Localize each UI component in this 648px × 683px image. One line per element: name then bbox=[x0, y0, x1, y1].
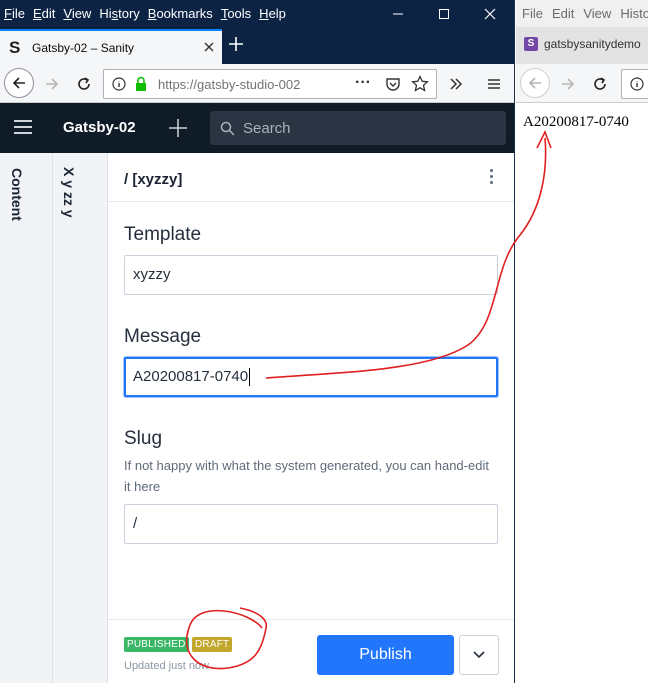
search-input[interactable]: Search bbox=[210, 111, 506, 145]
overflow-chevron-button[interactable] bbox=[444, 72, 468, 96]
tab-title: Gatsby-02 – Sanity bbox=[32, 40, 135, 55]
menu-view[interactable]: View bbox=[63, 6, 91, 21]
preview-tab-title: gatsbysanitydemo bbox=[544, 37, 641, 51]
app-menu-button[interactable] bbox=[482, 72, 506, 96]
preview-menu-bar: File Edit View Histo bbox=[516, 0, 648, 27]
plus-icon bbox=[229, 37, 243, 51]
menu-bookmarks[interactable]: Bookmarks bbox=[148, 6, 213, 21]
preview-menu-view[interactable]: View bbox=[583, 6, 611, 21]
browser-window-studio: File Edit View History Bookmarks Tools H… bbox=[0, 0, 515, 683]
sanity-favicon: S bbox=[9, 37, 21, 57]
document-editor-pane: / [xyzzy] Template xyzzy Message A202008… bbox=[108, 153, 514, 683]
preview-tab-strip: S gatsbysanitydemo bbox=[516, 27, 648, 64]
search-placeholder: Search bbox=[243, 120, 291, 137]
preview-forward-button[interactable] bbox=[556, 72, 580, 96]
preview-menu-edit[interactable]: Edit bbox=[552, 6, 574, 21]
menu-history[interactable]: History bbox=[99, 6, 139, 21]
search-icon bbox=[220, 121, 235, 136]
template-value: xyzzy bbox=[133, 266, 171, 283]
reload-button[interactable] bbox=[72, 72, 96, 96]
forward-arrow-icon bbox=[46, 78, 59, 90]
message-label: Message bbox=[124, 326, 202, 347]
url-bar[interactable]: https://gatsby-studio-002 ··· bbox=[103, 69, 437, 99]
project-name[interactable]: Gatsby-02 bbox=[63, 119, 136, 136]
tab-close-icon[interactable] bbox=[204, 39, 214, 57]
preview-menu-file[interactable]: File bbox=[522, 6, 543, 21]
published-badge: PUBLISHED bbox=[124, 637, 189, 652]
sanity-navbar: Gatsby-02 Search bbox=[0, 103, 514, 153]
pocket-icon[interactable] bbox=[385, 76, 401, 92]
preview-message-text: A20200817-0740 bbox=[523, 114, 629, 130]
back-button[interactable] bbox=[4, 68, 34, 98]
message-field[interactable]: A20200817-0740 bbox=[124, 357, 498, 397]
close-window-button[interactable] bbox=[467, 0, 513, 27]
more-actions-button[interactable] bbox=[459, 635, 499, 675]
editor-header: / [xyzzy] bbox=[108, 153, 514, 202]
editor-footer: PUBLISHED DRAFT Updated just now Publish bbox=[108, 619, 514, 683]
updated-status: Updated just now bbox=[124, 660, 209, 672]
template-field[interactable]: xyzzy bbox=[124, 255, 498, 295]
more-options-icon[interactable] bbox=[490, 169, 494, 187]
preview-url-bar[interactable] bbox=[621, 69, 648, 99]
text-caret bbox=[249, 368, 251, 387]
minimize-icon bbox=[393, 13, 403, 14]
info-icon[interactable] bbox=[630, 77, 644, 91]
info-icon[interactable] bbox=[112, 77, 126, 91]
reload-icon bbox=[594, 77, 606, 90]
forward-button[interactable] bbox=[40, 72, 64, 96]
message-value: A20200817-0740 bbox=[133, 368, 249, 385]
double-chevron-icon bbox=[450, 78, 463, 90]
bookmark-star-icon[interactable] bbox=[411, 75, 429, 93]
slug-description: If not happy with what the system genera… bbox=[124, 458, 489, 494]
slug-label: Slug bbox=[124, 428, 163, 449]
slug-value: / bbox=[133, 515, 138, 532]
pane-content-title: Content bbox=[9, 168, 25, 221]
draft-badge: DRAFT bbox=[192, 637, 233, 652]
lock-icon bbox=[136, 76, 146, 91]
create-new-document-button[interactable] bbox=[168, 113, 188, 145]
pane-list-title: X y zz y bbox=[61, 167, 77, 218]
slug-field[interactable]: / bbox=[124, 504, 498, 544]
hamburger-icon bbox=[488, 79, 500, 89]
minimize-button[interactable] bbox=[375, 0, 421, 27]
tab-strip: S Gatsby-02 – Sanity bbox=[0, 27, 514, 64]
back-arrow-icon bbox=[528, 77, 541, 89]
navigation-toolbar: https://gatsby-studio-002 ··· bbox=[0, 64, 514, 103]
gatsby-favicon: S bbox=[524, 37, 538, 51]
preview-back-button[interactable] bbox=[520, 68, 550, 98]
maximize-button[interactable] bbox=[421, 0, 467, 27]
pane-document-list-collapsed[interactable]: X y zz y bbox=[53, 153, 108, 683]
new-tab-button[interactable] bbox=[228, 34, 244, 56]
page-actions-icon[interactable]: ··· bbox=[355, 74, 371, 92]
url-text: https://gatsby-studio-002 bbox=[158, 77, 301, 92]
menu-tools[interactable]: Tools bbox=[221, 6, 251, 21]
maximize-icon bbox=[439, 8, 449, 19]
back-arrow-icon bbox=[12, 77, 25, 89]
pane-content-collapsed[interactable]: Content bbox=[0, 153, 53, 683]
close-icon bbox=[484, 8, 496, 19]
studio-menu-icon[interactable] bbox=[14, 120, 32, 134]
document-title: / [xyzzy] bbox=[124, 171, 183, 188]
chevron-down-icon bbox=[473, 651, 485, 659]
tab-gatsby-site[interactable]: S gatsbysanitydemo bbox=[524, 37, 641, 51]
browser-window-preview: File Edit View Histo S gatsbysanitydemo … bbox=[516, 0, 648, 683]
reload-icon bbox=[78, 77, 90, 90]
tab-sanity-studio[interactable]: S Gatsby-02 – Sanity bbox=[0, 29, 222, 64]
menu-edit[interactable]: Edit bbox=[33, 6, 55, 21]
publish-button[interactable]: Publish bbox=[317, 635, 454, 675]
forward-arrow-icon bbox=[562, 78, 575, 90]
preview-menu-history[interactable]: Histo bbox=[620, 6, 648, 21]
menu-file[interactable]: File bbox=[4, 6, 25, 21]
menu-help[interactable]: Help bbox=[259, 6, 286, 21]
plus-icon bbox=[169, 119, 187, 137]
template-label: Template bbox=[124, 224, 202, 245]
preview-navigation-toolbar bbox=[516, 64, 648, 103]
preview-reload-button[interactable] bbox=[588, 72, 612, 96]
